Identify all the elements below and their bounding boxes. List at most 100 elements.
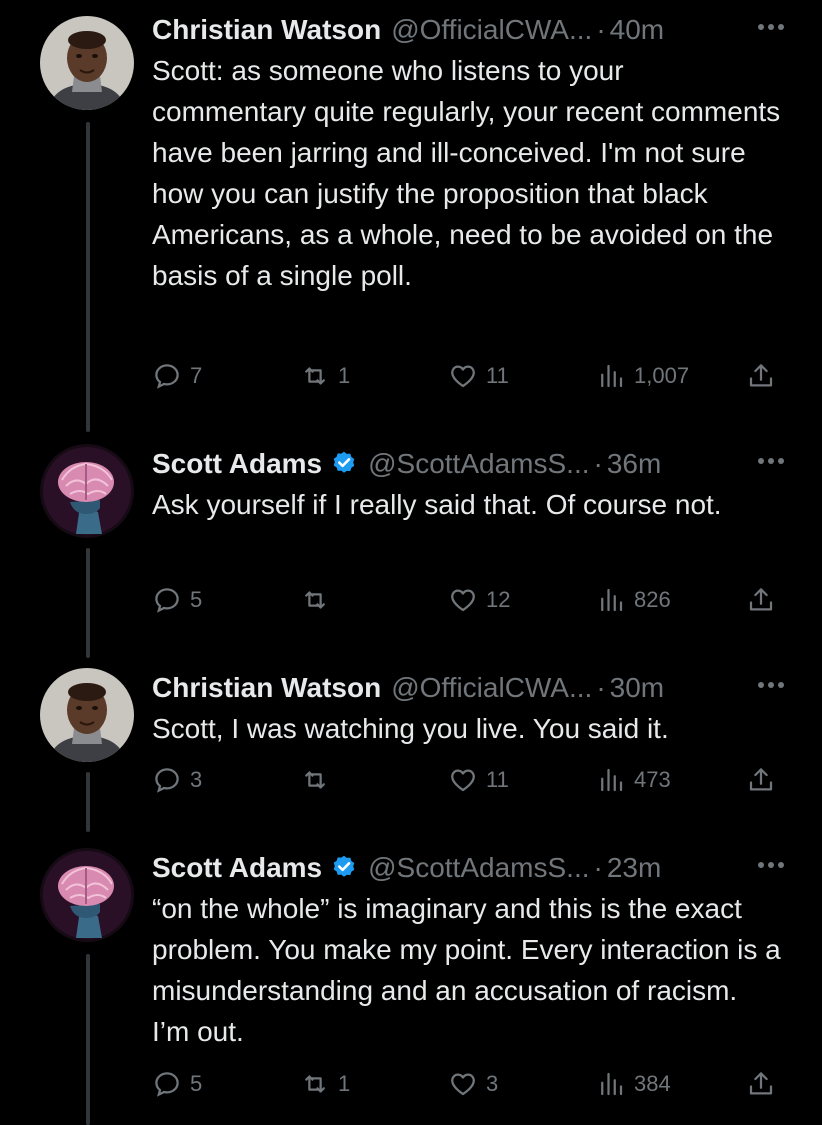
- separator-dot: ·: [596, 14, 606, 45]
- tweet-actions: 5 12 826: [152, 580, 792, 620]
- views-button[interactable]: 1,007: [596, 356, 689, 396]
- reply-button[interactable]: 5: [152, 1064, 202, 1104]
- retweet-button[interactable]: 1: [300, 1064, 350, 1104]
- view-count: 1,007: [634, 363, 690, 388]
- retweet-icon: [305, 771, 325, 789]
- brain-head-avatar-image: [40, 444, 134, 538]
- reply-count: 5: [190, 1071, 203, 1096]
- views-chart-icon: [601, 768, 623, 792]
- reply-count: 3: [190, 767, 203, 792]
- author-handle[interactable]: @OfficialCWA...: [391, 14, 592, 46]
- retweet-icon: [305, 1075, 325, 1093]
- views-button[interactable]: 384: [596, 1064, 671, 1104]
- retweet-icon: [305, 591, 325, 609]
- view-count: 826: [634, 587, 671, 612]
- share-icon: [749, 768, 773, 791]
- tweet[interactable]: Christian Watson @OfficialCWA... · 30m S…: [0, 658, 822, 838]
- more-options-icon[interactable]: [756, 22, 786, 32]
- like-button[interactable]: 11: [448, 356, 509, 396]
- reply-icon: [155, 1072, 179, 1097]
- share-icon: [749, 1072, 773, 1095]
- share-button[interactable]: [746, 1064, 776, 1104]
- tweet[interactable]: Scott Adams @ScottAdamsS... · 36m Ask yo…: [0, 434, 822, 654]
- author-handle[interactable]: @ScottAdamsS...: [368, 852, 589, 884]
- verified-badge-icon: [330, 854, 358, 882]
- separator-dot: ·: [596, 672, 606, 703]
- avatar[interactable]: [40, 444, 134, 538]
- brain-head-avatar-image: [40, 848, 134, 942]
- author-name[interactable]: Christian Watson: [152, 14, 381, 46]
- heart-icon: [451, 1073, 475, 1096]
- share-icon: [749, 364, 773, 387]
- separator-dot: ·: [593, 852, 603, 883]
- like-count: 11: [486, 363, 509, 388]
- tweet-text: Scott: as someone who listens to your co…: [152, 55, 781, 291]
- timestamp[interactable]: 36m: [607, 448, 661, 480]
- retweet-icon: [305, 367, 325, 385]
- reply-button[interactable]: 7: [152, 356, 202, 396]
- retweet-count: 1: [338, 363, 351, 388]
- like-button[interactable]: 3: [448, 1064, 498, 1104]
- tweet-actions: 3 11 473: [152, 760, 792, 800]
- more-options-icon[interactable]: [756, 860, 786, 870]
- portrait-man-avatar-image: [40, 16, 134, 110]
- like-button[interactable]: 11: [448, 760, 509, 800]
- retweet-count: 1: [338, 1071, 351, 1096]
- tweet[interactable]: Scott Adams @ScottAdamsS... · 23m “on th…: [0, 838, 822, 1125]
- reply-count: 7: [190, 363, 203, 388]
- views-button[interactable]: 473: [596, 760, 671, 800]
- avatar[interactable]: [40, 668, 134, 762]
- retweet-button[interactable]: [300, 760, 338, 800]
- timestamp[interactable]: 30m: [610, 672, 664, 704]
- tweet[interactable]: Christian Watson @OfficialCWA... · 40m S…: [0, 0, 822, 420]
- more-options-icon[interactable]: [756, 680, 786, 690]
- reply-icon: [155, 588, 179, 613]
- view-count: 473: [634, 767, 671, 792]
- retweet-button[interactable]: 1: [300, 356, 350, 396]
- reply-icon: [155, 364, 179, 389]
- portrait-man-avatar-image: [40, 668, 134, 762]
- share-button[interactable]: [746, 580, 776, 620]
- author-handle[interactable]: @ScottAdamsS...: [368, 448, 589, 480]
- author-name[interactable]: Scott Adams: [152, 448, 322, 480]
- heart-icon: [451, 365, 475, 388]
- reply-count: 5: [190, 587, 203, 612]
- like-count: 3: [486, 1071, 499, 1096]
- author-handle[interactable]: @OfficialCWA...: [391, 672, 592, 704]
- views-chart-icon: [601, 364, 623, 388]
- tweet-actions: 5 1 3 384: [152, 1064, 792, 1104]
- tweet-header: Scott Adams @ScottAdamsS... · 23m: [152, 846, 792, 890]
- avatar[interactable]: [40, 848, 134, 942]
- reply-button[interactable]: 5: [152, 580, 202, 620]
- tweet-text: Scott, I was watching you live. You said…: [152, 713, 669, 744]
- tweet-text: “on the whole” is imaginary and this is …: [152, 893, 781, 1047]
- author-name[interactable]: Christian Watson: [152, 672, 381, 704]
- share-button[interactable]: [746, 760, 776, 800]
- share-button[interactable]: [746, 356, 776, 396]
- like-count: 12: [486, 587, 511, 612]
- views-chart-icon: [601, 588, 623, 612]
- heart-icon: [451, 589, 475, 612]
- like-count: 11: [486, 767, 509, 792]
- views-button[interactable]: 826: [596, 580, 671, 620]
- avatar[interactable]: [40, 16, 134, 110]
- tweet-header: Scott Adams @ScottAdamsS... · 36m: [152, 442, 792, 486]
- tweet-header: Christian Watson @OfficialCWA... · 40m: [152, 8, 792, 52]
- view-count: 384: [634, 1071, 671, 1096]
- heart-icon: [451, 769, 475, 792]
- share-icon: [749, 588, 773, 611]
- verified-badge-icon: [330, 450, 358, 478]
- tweet-header: Christian Watson @OfficialCWA... · 30m: [152, 666, 792, 710]
- retweet-button[interactable]: [300, 580, 338, 620]
- reply-icon: [155, 768, 179, 793]
- more-options-icon[interactable]: [756, 456, 786, 466]
- timestamp[interactable]: 40m: [610, 14, 664, 46]
- views-chart-icon: [601, 1072, 623, 1096]
- reply-button[interactable]: 3: [152, 760, 202, 800]
- like-button[interactable]: 12: [448, 580, 510, 620]
- separator-dot: ·: [593, 448, 603, 479]
- author-name[interactable]: Scott Adams: [152, 852, 322, 884]
- tweet-actions: 7 1 11 1,007: [152, 356, 792, 396]
- tweet-text: Ask yourself if I really said that. Of c…: [152, 489, 722, 520]
- timestamp[interactable]: 23m: [607, 852, 661, 884]
